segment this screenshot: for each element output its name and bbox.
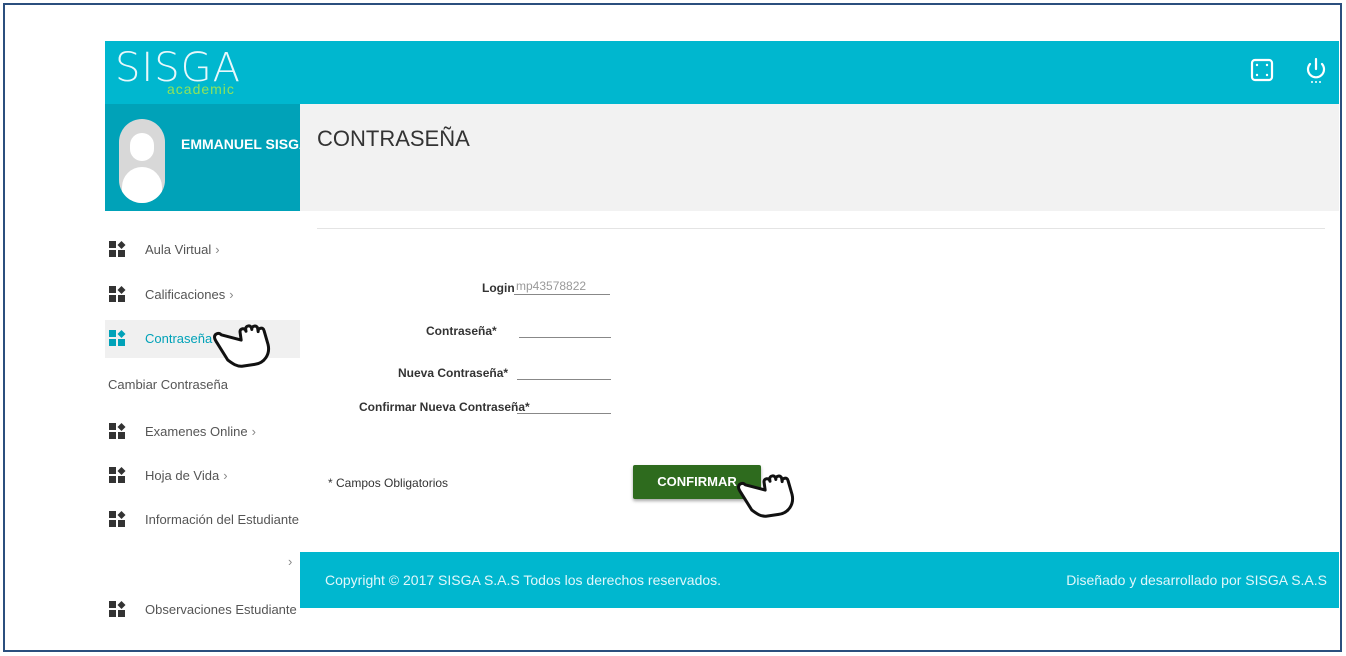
grid-icon: [109, 511, 127, 527]
chevron-right-icon: ›: [229, 287, 234, 302]
copyright-text: Copyright © 2017 SISGA S.A.S Todos los d…: [325, 572, 722, 588]
sidebar-item-label: Calificaciones: [145, 287, 226, 302]
login-field[interactable]: [514, 277, 610, 295]
grid-icon: [109, 423, 127, 439]
sidebar-item-label: Contraseña: [145, 331, 213, 346]
fullscreen-icon[interactable]: [1249, 56, 1275, 84]
page-title: CONTRASEÑA: [317, 126, 470, 151]
sidebar-item-informacion-estudiante[interactable]: Información del Estudiante: [105, 501, 300, 539]
sidebar-item-examenes-online[interactable]: Examenes Online ›: [105, 413, 300, 451]
sidebar-item-calificaciones[interactable]: Calificaciones ›: [105, 276, 300, 314]
user-panel: EMMANUEL SISGA: [105, 104, 309, 211]
avatar-body: [122, 167, 162, 203]
chevron-right-icon: ›: [251, 424, 256, 439]
user-name: EMMANUEL SISGA: [181, 136, 310, 152]
sidebar-subitem-cambiar-contrasena[interactable]: Cambiar Contraseña: [108, 377, 228, 392]
sidebar-item-label: Hoja de Vida: [145, 468, 220, 483]
sidebar-item-label: Aula Virtual: [145, 242, 212, 257]
login-label: Login: [482, 281, 515, 295]
chevron-right-icon: ›: [223, 468, 228, 483]
credit-text: Diseñado y desarrollado por SISGA S.A.S: [1066, 572, 1327, 588]
chevron-right-icon: ›: [215, 242, 220, 257]
sidebar-item-observaciones-estudiante[interactable]: Observaciones Estudiante: [105, 591, 300, 629]
chevron-right-icon[interactable]: ›: [288, 554, 292, 569]
title-bar: CONTRASEÑA: [300, 104, 1339, 211]
pointer-hand-icon: [212, 316, 288, 372]
main-content: CONTRASEÑA Login Contraseña* Nueva Contr…: [300, 104, 1339, 552]
sidebar-item-label: Observaciones Estudiante: [145, 602, 297, 617]
password-label: Contraseña*: [426, 324, 497, 338]
avatar[interactable]: [119, 119, 165, 203]
password-field[interactable]: [519, 320, 611, 338]
required-note: * Campos Obligatorios: [328, 476, 449, 490]
sidebar-item-label: Examenes Online: [145, 424, 248, 439]
top-bar: SISGA academic: [105, 41, 1339, 104]
sidebar-item-hoja-de-vida[interactable]: Hoja de Vida ›: [105, 457, 300, 495]
sidebar-item-label: Información del Estudiante: [145, 512, 299, 527]
grid-icon: [109, 601, 127, 617]
new-password-label: Nueva Contraseña*: [398, 366, 509, 380]
confirm-password-label: Confirmar Nueva Contraseña*: [359, 400, 530, 414]
grid-icon: [109, 330, 127, 346]
grid-icon: [109, 241, 127, 257]
grid-icon: [109, 286, 127, 302]
logo-subtext: academic: [167, 81, 235, 97]
new-password-field[interactable]: [517, 362, 611, 380]
pointer-hand-icon: [736, 466, 812, 522]
sidebar-item-aula-virtual[interactable]: Aula Virtual ›: [105, 231, 300, 269]
footer: Copyright © 2017 SISGA S.A.S Todos los d…: [300, 552, 1339, 608]
power-icon[interactable]: [1303, 56, 1329, 84]
avatar-head: [130, 133, 154, 161]
grid-icon: [109, 467, 127, 483]
confirm-password-field[interactable]: [517, 396, 611, 414]
divider: [317, 228, 1325, 229]
